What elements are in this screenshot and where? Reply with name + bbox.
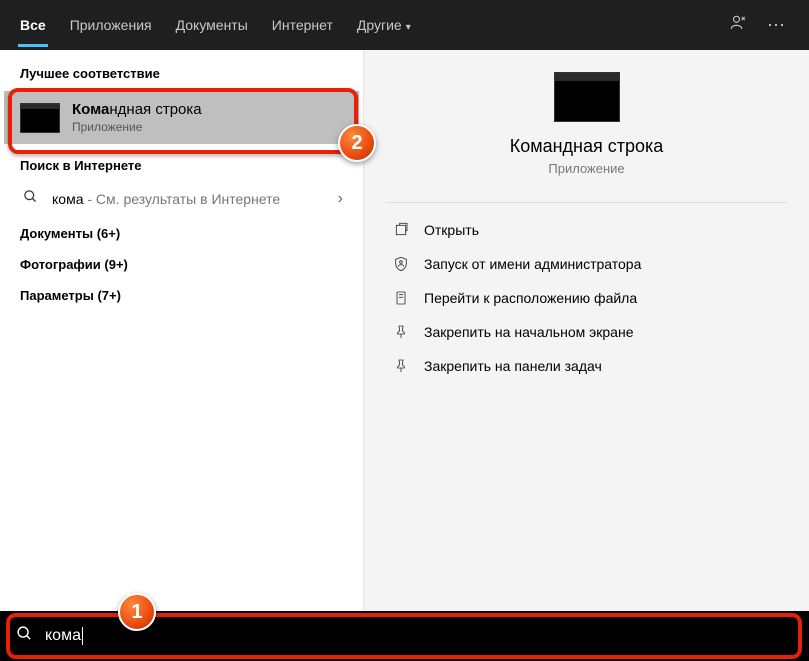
web-result-text: кома - См. результаты в Интернете (52, 191, 338, 207)
results-pane: Лучшее соответствие Командная строка При… (0, 50, 363, 611)
action-open-location[interactable]: Перейти к расположению файла (364, 281, 809, 315)
section-web: Поиск в Интернете (0, 150, 363, 179)
tab-documents[interactable]: Документы (164, 3, 260, 47)
tab-more[interactable]: Другие▾ (345, 3, 423, 47)
action-open[interactable]: Открыть (364, 213, 809, 247)
search-icon (20, 189, 40, 208)
annotation-badge-2: 2 (338, 124, 376, 162)
pin-start-icon (392, 324, 410, 340)
tab-strip: Все Приложения Документы Интернет Другие… (8, 3, 729, 47)
pin-taskbar-icon (392, 358, 410, 374)
action-pin-taskbar[interactable]: Закрепить на панели задач (364, 349, 809, 383)
search-input[interactable]: кома (45, 627, 793, 645)
preview-pane: Командная строка Приложение Открыть Запу… (363, 50, 809, 611)
open-icon (392, 222, 410, 238)
category-photos[interactable]: Фотографии (9+) (0, 249, 363, 280)
divider (386, 202, 787, 203)
tab-apps[interactable]: Приложения (58, 3, 164, 47)
cmd-icon (20, 103, 60, 133)
best-match-result[interactable]: Командная строка Приложение (4, 91, 359, 144)
best-match-title: Командная строка (72, 101, 202, 118)
annotation-badge-1: 1 (118, 593, 156, 631)
admin-icon (392, 256, 410, 272)
feedback-icon[interactable] (729, 14, 747, 37)
category-documents[interactable]: Документы (6+) (0, 218, 363, 249)
preview-subtitle: Приложение (364, 161, 809, 176)
chevron-down-icon: ▾ (406, 22, 411, 33)
preview-app-icon (554, 72, 620, 122)
action-pin-start[interactable]: Закрепить на начальном экране (364, 315, 809, 349)
text-cursor (82, 627, 83, 645)
best-match-subtitle: Приложение (72, 120, 202, 134)
tab-internet[interactable]: Интернет (260, 3, 345, 47)
search-icon (16, 625, 33, 647)
more-icon[interactable]: ⋯ (767, 15, 785, 36)
folder-icon (392, 290, 410, 306)
action-run-admin[interactable]: Запуск от имени администратора (364, 247, 809, 281)
preview-title: Командная строка (364, 136, 809, 157)
web-search-result[interactable]: кома - См. результаты в Интернете › (0, 179, 363, 218)
category-settings[interactable]: Параметры (7+) (0, 280, 363, 311)
section-best-match: Лучшее соответствие (0, 58, 363, 87)
chevron-right-icon: › (338, 190, 343, 208)
tab-all[interactable]: Все (8, 3, 58, 47)
header-bar: Все Приложения Документы Интернет Другие… (0, 0, 809, 50)
header-actions: ⋯ (729, 14, 801, 37)
